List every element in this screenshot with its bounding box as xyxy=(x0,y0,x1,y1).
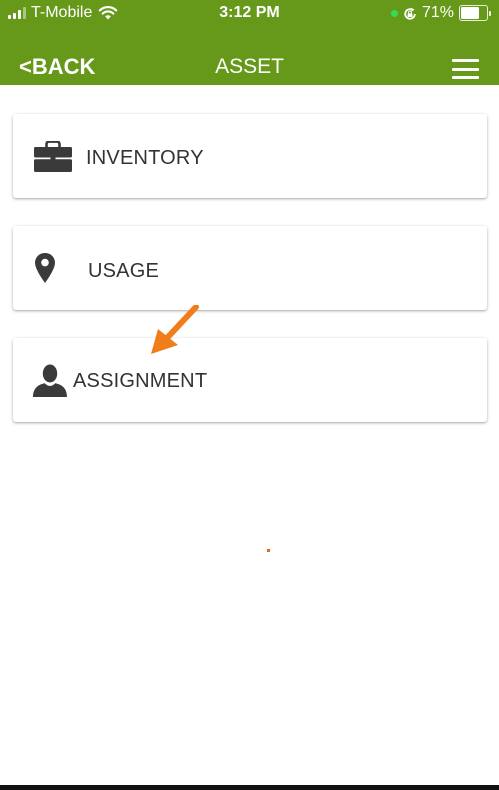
status-right: 71% xyxy=(390,4,491,22)
rotation-lock-icon xyxy=(404,7,416,20)
menu-item-label: INVENTORY xyxy=(86,147,204,169)
status-bar: T-Mobile 3:12 PM 71% xyxy=(0,0,499,28)
battery-percent: 71% xyxy=(421,4,454,21)
menu-item-label: ASSIGNMENT xyxy=(73,370,208,392)
hamburger-menu-icon[interactable] xyxy=(452,59,479,79)
menu-item-inventory[interactable]: INVENTORY xyxy=(13,114,487,198)
menu-item-label: USAGE xyxy=(88,260,160,282)
app-header: T-Mobile 3:12 PM 71% <BACK ASSET xyxy=(0,0,499,85)
briefcase-icon xyxy=(34,141,72,172)
battery-cap xyxy=(489,10,491,16)
menu-item-assignment[interactable]: ASSIGNMENT xyxy=(13,338,487,422)
location-pin-icon xyxy=(35,253,55,283)
person-icon xyxy=(33,364,67,397)
page-title: ASSET xyxy=(215,55,284,78)
location-dot-icon xyxy=(390,9,398,17)
menu-item-usage[interactable]: USAGE xyxy=(13,226,487,310)
decorative-dot xyxy=(267,549,270,552)
nav-bar: <BACK ASSET xyxy=(0,46,499,86)
battery-icon xyxy=(459,5,488,21)
bottom-bar xyxy=(0,785,499,790)
orange-arrow-icon xyxy=(151,305,199,354)
